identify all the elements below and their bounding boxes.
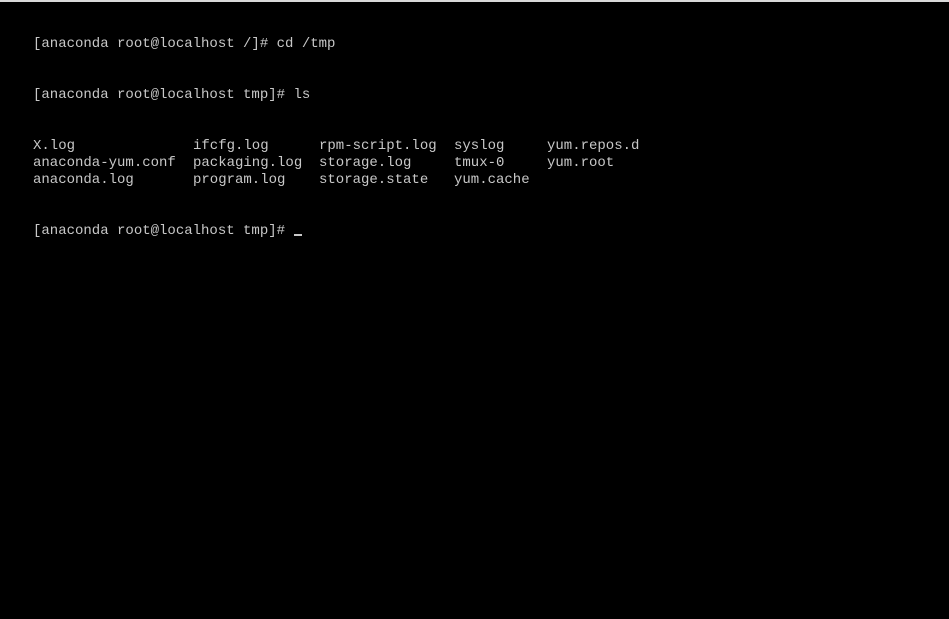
current-prompt-line[interactable]: [anaconda root@localhost tmp]# (33, 223, 673, 240)
file-entry: tmux-0 (454, 155, 505, 171)
ls-output: X.log ifcfg.log rpm-script.log syslog yum.re… (33, 138, 673, 189)
file-entry: yum.cache (454, 172, 530, 188)
file-entry: anaconda-yum.conf (33, 155, 176, 171)
file-entry: rpm-script.log (319, 138, 437, 154)
ls-row: X.log ifcfg.log rpm-script.log syslog yum.re… (33, 138, 673, 155)
prompt: [anaconda root@localhost tmp]# (33, 223, 294, 239)
file-entry: X.log (33, 138, 76, 154)
command-line-cd: [anaconda root@localhost /]# cd /tmp (33, 36, 336, 52)
file-entry: storage.state (319, 172, 429, 188)
file-entry: yum.repos.d (547, 138, 640, 154)
ls-row: anaconda-yum.conf packaging.log storage.lo… (33, 155, 673, 172)
file-entry: program.log (193, 172, 286, 188)
file-entry: storage.log (319, 155, 412, 171)
file-entry: syslog (454, 138, 505, 154)
ls-row: anaconda.log program.log storage.state yum.… (33, 172, 673, 189)
file-entry: ifcfg.log (193, 138, 269, 154)
file-entry: yum.root (547, 155, 615, 171)
command-line-ls: [anaconda root@localhost tmp]# ls (33, 87, 311, 103)
terminal-console[interactable]: [anaconda root@localhost /]# cd /tmp [an… (33, 2, 673, 257)
file-entry: packaging.log (193, 155, 303, 171)
file-entry: anaconda.log (33, 172, 134, 188)
text-cursor (294, 234, 303, 236)
